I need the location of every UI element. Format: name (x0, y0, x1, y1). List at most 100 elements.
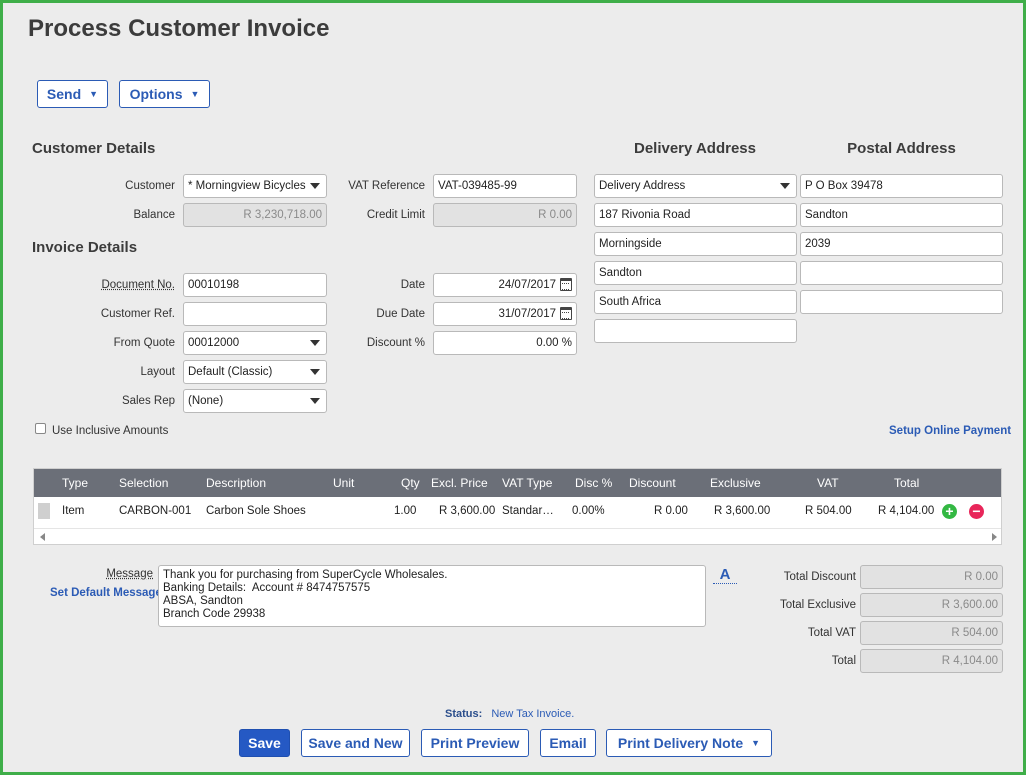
col-discount-header: Discount (629, 476, 676, 490)
cell-exclusive[interactable]: R 3,600.00 (714, 505, 770, 517)
print-delivery-note-button[interactable]: Print Delivery Note ▼ (606, 729, 772, 757)
balance-field: R 3,230,718.00 (183, 203, 327, 227)
status-label: Status: (445, 708, 483, 720)
total-label: Total (831, 655, 856, 667)
dropdown-arrow-icon (310, 183, 320, 189)
grid-header: Type Selection Description Unit Qty Excl… (34, 469, 1001, 497)
postal-address-heading: Postal Address (847, 140, 956, 157)
postal-address-line-2[interactable]: Sandton (800, 203, 1003, 227)
save-and-new-button[interactable]: Save and New (301, 729, 410, 757)
col-disc-pct-header: Disc % (575, 476, 613, 490)
customer-ref-label: Customer Ref. (100, 308, 175, 320)
dropdown-arrow-icon (310, 340, 320, 346)
cell-description[interactable]: Carbon Sole Shoes (206, 505, 306, 517)
postal-address-line-1[interactable]: P O Box 39478 (800, 174, 1003, 198)
invoice-details-heading: Invoice Details (32, 239, 138, 256)
cell-selection[interactable]: CARBON-001 (119, 505, 191, 517)
total-vat-field: R 504.00 (860, 621, 1003, 645)
page-title: Process Customer Invoice (28, 15, 330, 42)
col-description-header: Description (206, 476, 267, 490)
from-quote-select-value: 00012000 (188, 337, 240, 349)
scroll-left-icon[interactable] (40, 533, 45, 541)
due-date-input[interactable]: 31/07/2017 (433, 302, 577, 326)
line-items-grid: Type Selection Description Unit Qty Excl… (33, 468, 1002, 545)
sales-rep-label: Sales Rep (121, 395, 175, 407)
col-excl-price-header: Excl. Price (431, 476, 488, 490)
customer-details-heading: Customer Details (32, 140, 156, 157)
customer-select[interactable]: * Morningview Bicycles (183, 174, 327, 198)
layout-select[interactable]: Default (Classic) (183, 360, 327, 384)
document-no-label: Document No. (101, 279, 175, 291)
cell-discount[interactable]: R 0.00 (654, 505, 688, 517)
total-discount-field: R 0.00 (860, 565, 1003, 589)
from-quote-select[interactable]: 00012000 (183, 331, 327, 355)
discount-input[interactable]: 0.00 % (433, 331, 577, 355)
cell-excl-price[interactable]: R 3,600.00 (439, 505, 495, 517)
postal-address-line-5[interactable] (800, 290, 1003, 314)
message-textarea[interactable]: Thank you for purchasing from SuperCycle… (158, 565, 706, 627)
total-exclusive-field: R 3,600.00 (860, 593, 1003, 617)
cell-total[interactable]: R 4,104.00 (878, 505, 934, 517)
delivery-address-line-3[interactable]: Sandton (594, 261, 797, 285)
date-input[interactable]: 24/07/2017 (433, 273, 577, 297)
horizontal-scrollbar[interactable] (34, 528, 1001, 544)
caret-down-icon: ▼ (751, 738, 761, 748)
dropdown-arrow-icon (310, 369, 320, 375)
customer-ref-input[interactable] (183, 302, 327, 326)
delivery-address-select-value: Delivery Address (599, 180, 686, 192)
postal-address-line-3[interactable]: 2039 (800, 232, 1003, 256)
total-discount-label: Total Discount (783, 571, 856, 583)
delivery-address-select[interactable]: Delivery Address (594, 174, 797, 198)
col-total-header: Total (894, 476, 920, 490)
col-type-header: Type (62, 476, 89, 490)
col-qty-header: Qty (401, 476, 420, 490)
add-row-icon[interactable]: + (942, 504, 957, 519)
layout-label: Layout (140, 366, 175, 378)
inclusive-amounts-label: Use Inclusive Amounts (52, 425, 169, 437)
delivery-address-heading: Delivery Address (633, 140, 756, 157)
col-selection-header: Selection (119, 476, 169, 490)
delivery-address-line-1[interactable]: 187 Rivonia Road (594, 203, 797, 227)
inclusive-amounts-checkbox[interactable] (35, 423, 46, 434)
setup-online-payment-link[interactable]: Setup Online Payment (889, 425, 1011, 437)
calendar-icon[interactable] (560, 307, 572, 320)
cell-vat[interactable]: R 504.00 (805, 505, 852, 517)
postal-address-line-4[interactable] (800, 261, 1003, 285)
cell-type[interactable]: Item (62, 505, 84, 517)
date-input-value: 24/07/2017 (498, 279, 556, 291)
remove-row-icon[interactable]: − (969, 504, 984, 519)
options-button-label: Options (129, 86, 183, 102)
customer-select-value: * Morningview Bicycles (188, 180, 306, 192)
customer-label: Customer (125, 180, 175, 192)
balance-label: Balance (133, 209, 175, 221)
delivery-address-line-2[interactable]: Morningside (594, 232, 797, 256)
send-button[interactable]: Send ▼ (37, 80, 108, 108)
date-label: Date (400, 279, 425, 291)
total-field: R 4,104.00 (860, 649, 1003, 673)
email-button[interactable]: Email (540, 729, 596, 757)
calendar-icon[interactable] (560, 278, 572, 291)
delivery-address-line-4[interactable]: South Africa (594, 290, 797, 314)
document-no-input[interactable]: 00010198 (183, 273, 327, 297)
font-format-icon[interactable]: A (713, 566, 737, 584)
cell-qty[interactable]: 1.00 (394, 505, 416, 517)
app-window: Process Customer Invoice Send ▼ Options … (0, 0, 1026, 775)
col-exclusive-header: Exclusive (710, 476, 761, 490)
layout-select-value: Default (Classic) (188, 366, 273, 378)
credit-limit-field: R 0.00 (433, 203, 577, 227)
send-button-label: Send (46, 86, 82, 102)
col-vat-type-header: VAT Type (502, 476, 553, 490)
set-default-message-link[interactable]: Set Default Message (50, 587, 162, 599)
vat-reference-input[interactable]: VAT-039485-99 (433, 174, 577, 198)
sales-rep-select[interactable]: (None) (183, 389, 327, 413)
cell-vat-type[interactable]: Standar… (502, 505, 554, 517)
print-preview-button[interactable]: Print Preview (421, 729, 529, 757)
scroll-right-icon[interactable] (992, 533, 997, 541)
delivery-address-line-5[interactable] (594, 319, 797, 343)
caret-down-icon: ▼ (190, 89, 200, 99)
credit-limit-label: Credit Limit (366, 209, 425, 221)
document-icon (38, 503, 50, 519)
cell-disc-pct[interactable]: 0.00% (572, 505, 605, 517)
options-button[interactable]: Options ▼ (119, 80, 210, 108)
save-button[interactable]: Save (239, 729, 290, 757)
